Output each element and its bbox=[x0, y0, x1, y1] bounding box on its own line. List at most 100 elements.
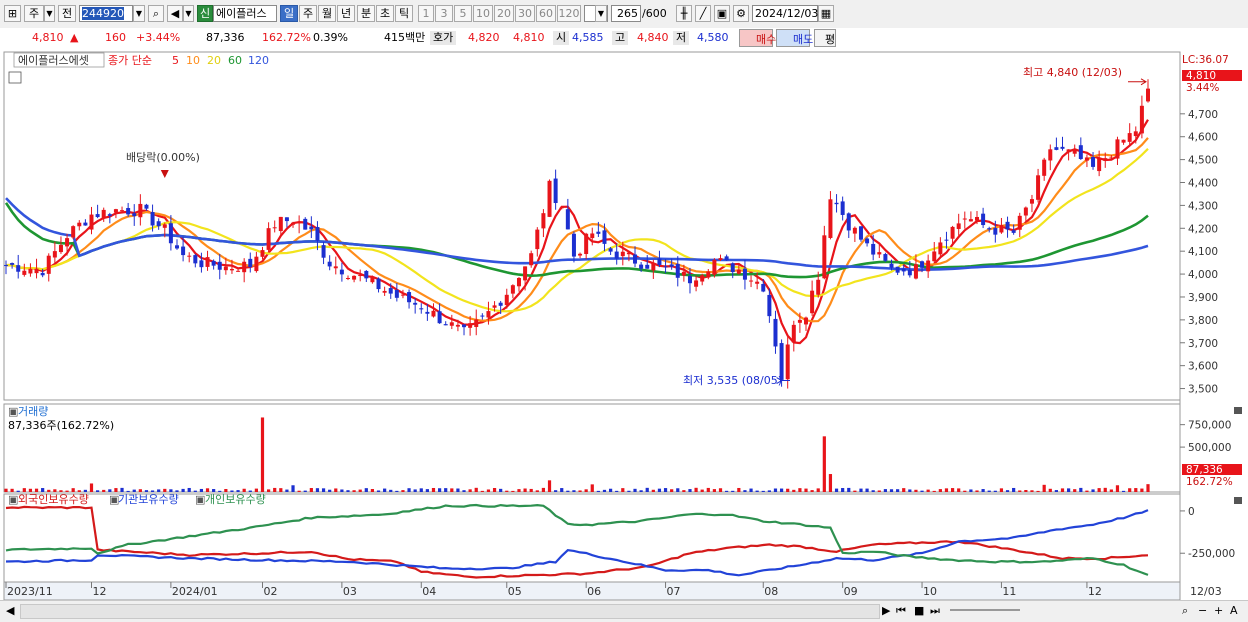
speaker-icon[interactable]: ◀ bbox=[167, 5, 183, 22]
current-date-label: 12/03 bbox=[1190, 585, 1222, 598]
candle-body bbox=[749, 280, 754, 282]
candle-body bbox=[553, 178, 558, 204]
volume-bar bbox=[193, 490, 197, 492]
candle-body bbox=[144, 204, 149, 209]
candle-body bbox=[608, 248, 613, 252]
volume-bar bbox=[529, 488, 533, 492]
scroll-left-icon[interactable]: ◀ bbox=[6, 604, 14, 618]
candle-body bbox=[77, 222, 82, 227]
zoom-in-icon[interactable]: ⌕ bbox=[1182, 604, 1188, 618]
tab-tick[interactable]: 틱 bbox=[395, 5, 413, 22]
volume-bar bbox=[608, 488, 613, 492]
count-total: /600 bbox=[642, 7, 667, 20]
volume-bar bbox=[138, 489, 142, 492]
volume-bar bbox=[914, 489, 918, 492]
candle-body bbox=[822, 235, 827, 279]
interval-10[interactable]: 10 bbox=[473, 5, 493, 22]
candle-body bbox=[431, 310, 436, 317]
legend-ma120: 120 bbox=[248, 54, 269, 67]
interval-30[interactable]: 30 bbox=[515, 5, 535, 22]
draw-icon[interactable]: ╱ bbox=[695, 5, 711, 22]
candle-body bbox=[687, 276, 692, 284]
tab-day[interactable]: 일 bbox=[280, 5, 298, 22]
volume-bar bbox=[169, 489, 173, 492]
gear-icon[interactable]: ⚙ bbox=[733, 5, 749, 22]
tab-second[interactable]: 초 bbox=[376, 5, 394, 22]
trade-amount: 415백만 bbox=[384, 31, 426, 44]
count-input[interactable]: 265 bbox=[611, 5, 641, 22]
volume-title: 거래량 bbox=[18, 405, 48, 418]
candle-body bbox=[425, 311, 430, 314]
volume-bar bbox=[321, 488, 326, 492]
chevron-down-icon[interactable]: ▼ bbox=[44, 5, 55, 22]
buy-button[interactable]: 매수 bbox=[739, 29, 776, 47]
volume-bar bbox=[554, 490, 558, 492]
panel-close-icon[interactable] bbox=[1234, 407, 1242, 414]
volume-bar bbox=[230, 490, 234, 492]
save-icon[interactable]: ▣ bbox=[714, 5, 730, 22]
tab-month[interactable]: 월 bbox=[318, 5, 336, 22]
tab-week-label: 주 bbox=[302, 7, 314, 20]
volume-bar bbox=[560, 488, 564, 492]
quote-bar: 4,810 ▲ 160 +3.44% 87,336 162.72% 0.39% … bbox=[0, 28, 1248, 49]
scroll-track[interactable] bbox=[20, 604, 880, 619]
candle-body bbox=[113, 209, 118, 213]
volume-bar bbox=[486, 489, 491, 492]
chevron-down-icon[interactable]: ▼ bbox=[183, 5, 194, 22]
volume-bar bbox=[1073, 489, 1077, 492]
interval-120[interactable]: 120 bbox=[557, 5, 581, 22]
candle-body bbox=[858, 226, 863, 240]
stock-name-field[interactable]: 에이플러스 bbox=[213, 5, 277, 22]
calendar-icon[interactable]: ▦ bbox=[818, 5, 834, 22]
tab-month-label: 월 bbox=[321, 7, 333, 20]
price-change-pct: +3.44% bbox=[136, 31, 181, 44]
search-icon[interactable]: ⌕ bbox=[148, 5, 164, 22]
volume-bar bbox=[1091, 489, 1095, 492]
date-input[interactable]: 2024/12/03 bbox=[752, 5, 818, 22]
sin-button[interactable]: 신 bbox=[197, 5, 213, 22]
layout-icon[interactable]: ⊞ bbox=[4, 5, 21, 22]
volume-bar bbox=[883, 489, 888, 492]
volume-bar bbox=[938, 489, 942, 492]
first-page-icon[interactable]: ⏮ bbox=[896, 604, 906, 618]
eval-button[interactable]: 평 bbox=[814, 29, 836, 47]
interval-3[interactable]: 3 bbox=[435, 5, 453, 22]
scroll-right-icon[interactable]: ▶ bbox=[882, 604, 890, 618]
stop-icon[interactable]: ■ bbox=[914, 604, 924, 618]
candle-body bbox=[657, 258, 662, 265]
interval-60[interactable]: 60 bbox=[536, 5, 556, 22]
candle-body bbox=[419, 308, 424, 310]
prev-button[interactable]: 전 bbox=[58, 5, 76, 22]
tab-minute[interactable]: 분 bbox=[357, 5, 375, 22]
candle-body bbox=[1029, 199, 1034, 204]
table-toggle-icon[interactable] bbox=[8, 71, 22, 84]
interval-20[interactable]: 20 bbox=[494, 5, 514, 22]
candle-body bbox=[596, 231, 601, 234]
chevron-down-icon[interactable]: ▼ bbox=[133, 5, 145, 22]
candle-icon[interactable]: ╫ bbox=[676, 5, 692, 22]
auto-icon[interactable]: A bbox=[1230, 604, 1238, 618]
zoom-slider[interactable] bbox=[950, 609, 1020, 611]
chevron-down-icon[interactable]: ▼ bbox=[595, 5, 607, 22]
panel-close-icon[interactable] bbox=[1234, 497, 1242, 504]
volume-bar bbox=[950, 488, 955, 492]
volume-bar bbox=[877, 490, 881, 492]
code-input[interactable]: 244920 bbox=[79, 5, 133, 22]
interval-5[interactable]: 5 bbox=[454, 5, 472, 22]
candle-body bbox=[394, 290, 399, 298]
sell-button[interactable]: 매도 bbox=[776, 29, 813, 47]
candle-body bbox=[205, 257, 210, 267]
candle-body bbox=[1091, 157, 1096, 167]
legend-ma20: 20 bbox=[207, 54, 221, 67]
candle-body bbox=[523, 266, 528, 281]
period-select[interactable]: 주 bbox=[24, 5, 44, 22]
candle-body bbox=[761, 283, 766, 292]
tab-week[interactable]: 주 bbox=[299, 5, 317, 22]
plus-icon[interactable]: + bbox=[1214, 604, 1223, 618]
last-page-icon[interactable]: ⏭ bbox=[930, 604, 940, 618]
interval-1[interactable]: 1 bbox=[418, 5, 434, 22]
volume-bar bbox=[266, 489, 271, 492]
tab-year[interactable]: 년 bbox=[337, 5, 355, 22]
minus-icon[interactable]: − bbox=[1198, 604, 1207, 618]
volume-bar bbox=[456, 488, 460, 492]
